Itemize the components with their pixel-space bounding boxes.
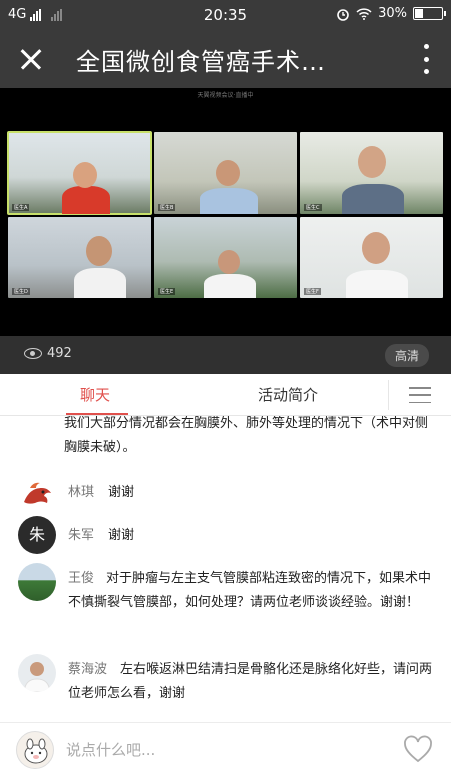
comment-bar [0,722,451,777]
chat-message: 蔡海波 左右喉返淋巴结清扫是骨骼化还是脉络化好些，请问两位老师怎么看，谢谢 [18,654,438,714]
page-title: 全国微创食管癌手术… [76,48,326,76]
comment-input[interactable] [66,733,366,767]
video-info-bar: 492 高清 [0,336,451,374]
tile-nameplate: 医生A [12,203,30,211]
message-text: 谢谢 [108,485,135,500]
video-tile: 医生C [300,132,443,214]
tile-nameplate: 医生D [12,288,30,295]
quality-button[interactable]: 高清 [384,344,429,367]
message-text-partial: 我们大部分情况都会在胸膜外、肺外等处理的情况下（术中对侧胸膜未破）。 [64,416,429,455]
chat-message: 林琪 谢谢 [18,474,438,514]
tile-nameplate: 医生F [304,288,321,295]
eye-icon [24,348,42,359]
battery-icon [413,7,446,20]
video-player[interactable]: 天翼视频会议·直播中 医生A 医生B 医生C 医生D 医生E 医生F [0,88,451,336]
tab-bar: 聊天 活动简介 [0,374,451,416]
tile-nameplate: 医生B [158,203,176,211]
video-tile: 医生E [154,216,297,298]
video-tile: 医生B [154,132,297,214]
chat-message: 王俊 对于肿瘤与左主支气管膜部粘连致密的情况下，如果术中不慎撕裂气管膜部，如何处… [18,563,438,643]
video-grid: 医生A 医生B 医生C 医生D 医生E 医生F [7,131,443,298]
tab-active-indicator [66,413,128,415]
user-avatar[interactable] [16,731,54,769]
video-caption: 天翼视频会议·直播中 [197,92,254,99]
avatar[interactable]: 朱 [18,516,56,554]
view-count: 492 [24,346,72,361]
wifi-icon [356,7,372,20]
message-text: 谢谢 [108,528,135,543]
message-text: 对于肿瘤与左主支气管膜部粘连致密的情况下，如果术中不慎撕裂气管膜部，如何处理？请… [68,571,432,610]
menu-icon[interactable] [409,387,431,403]
video-tile: 医生F [300,216,443,298]
more-options-button[interactable] [421,44,431,74]
view-count-value: 492 [47,346,72,361]
dragon-avatar[interactable] [18,474,56,512]
tab-divider [388,380,389,410]
tile-nameplate: 医生C [304,203,322,211]
message-text: 左右喉返淋巴结清扫是骨骼化还是脉络化好些，请问两位老师怎么看，谢谢 [68,662,433,701]
tab-intro[interactable]: 活动简介 [258,384,318,405]
alarm-icon [337,8,349,21]
close-button[interactable] [14,42,48,76]
sender-name: 朱军 [68,528,95,543]
tab-chat[interactable]: 聊天 [80,384,110,405]
chat-list[interactable]: 我们大部分情况都会在胸膜外、肺外等处理的情况下（术中对侧胸膜未破）。 林琪 谢谢… [0,416,451,722]
tile-nameplate: 医生E [158,288,176,295]
chat-message: 朱 朱军 谢谢 [18,516,438,556]
nav-bar: 全国微创食管癌手术… [0,30,451,88]
status-right: 30% [336,6,446,21]
heart-icon[interactable] [403,735,433,763]
avatar-initial: 朱 [28,525,45,544]
field-avatar[interactable] [18,563,56,601]
video-tile: 医生D [8,216,151,298]
doctor-avatar[interactable] [18,654,56,692]
video-tile: 医生A [7,131,152,215]
battery-percent: 30% [378,6,407,21]
status-bar: 4G 20:35 30% [0,0,451,30]
sender-name: 林琪 [68,485,95,500]
